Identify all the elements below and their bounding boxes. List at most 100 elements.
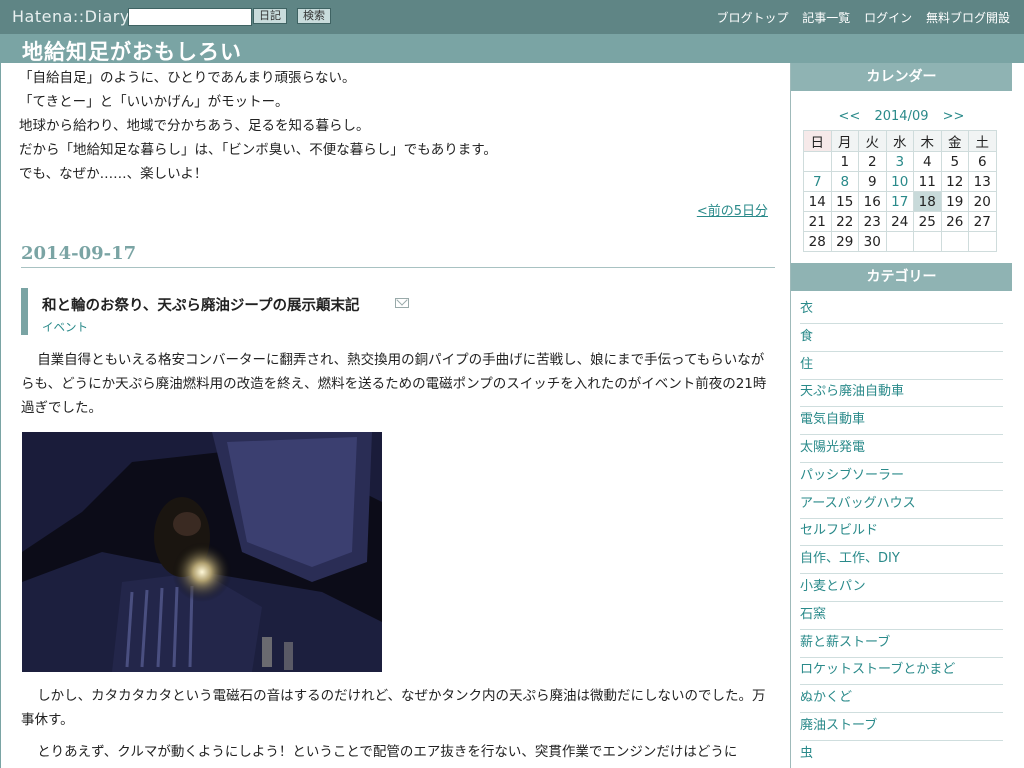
- calendar-weekday-row: 日月火水木金土: [803, 130, 997, 152]
- calendar-day: 23: [858, 211, 887, 232]
- entry-title[interactable]: 和と輪のお祭り、天ぷら廃油ジープの展示顛末記: [42, 294, 360, 315]
- calendar-week-row: 21 22 23 24 25 26 27: [803, 211, 997, 232]
- category-item[interactable]: ぬかくど: [800, 686, 1003, 714]
- category-item[interactable]: 虫: [800, 742, 1003, 768]
- calendar-week-row: 123456: [803, 151, 997, 172]
- calendar-weekday: 木: [913, 130, 942, 152]
- nav-article-list[interactable]: 記事一覧: [802, 11, 850, 25]
- prev-5-days-link[interactable]: <前の5日分: [697, 200, 768, 219]
- entry-paragraph: 自業自得ともいえる格安コンバーターに翻弄され、熱交換用の銅パイプの手曲げに苦戦し…: [21, 352, 767, 416]
- calendar-day: 22: [830, 211, 859, 232]
- calendar-day: 29: [830, 231, 859, 252]
- main-content: 「自給自足」のように、ひとりであんまり頑張らない。 「てきとー」と「いいかげん」…: [0, 63, 790, 768]
- calendar-empty-cell: [940, 231, 969, 252]
- entry-header: 和と輪のお祭り、天ぷら廃油ジープの展示顛末記 イベント: [21, 288, 768, 335]
- jeep-engine-photo: [22, 432, 382, 672]
- category-item[interactable]: ロケットストーブとかまど: [800, 658, 1003, 686]
- calendar-day: 26: [940, 211, 969, 232]
- intro-line: 「自給自足」のように、ひとりであんまり頑張らない。: [19, 70, 356, 86]
- category-item[interactable]: 廃油ストーブ: [800, 714, 1003, 741]
- entry-category-link[interactable]: イベント: [42, 319, 88, 335]
- category-item[interactable]: 薪と薪ストーブ: [800, 631, 1003, 658]
- calendar-weekday: 火: [858, 130, 887, 152]
- calendar-weekday: 水: [885, 130, 914, 152]
- nav-create-blog[interactable]: 無料ブログ開設: [926, 11, 1010, 25]
- calendar-week-row: 14 15 16 17 18 19 20: [803, 191, 997, 212]
- calendar-day: 15: [830, 191, 859, 212]
- diary-button[interactable]: 日記: [253, 8, 287, 24]
- intro-line: 「てきとー」と「いいかげん」がモットー。: [19, 94, 289, 110]
- blog-description: 「自給自足」のように、ひとりであんまり頑張らない。 「てきとー」と「いいかげん」…: [19, 66, 497, 186]
- category-heading: カテゴリー: [791, 263, 1012, 291]
- title-bar: 地給知足がおもしろい: [0, 34, 1024, 66]
- intro-line: だから「地給知足な暮らし」は、「ビンボ臭い、不便な暮らし」でもあります。: [19, 142, 497, 158]
- category-item[interactable]: 住: [800, 353, 1003, 380]
- calendar-week-row: 28 29 30: [803, 231, 997, 252]
- calendar-day: 4: [913, 151, 942, 172]
- calendar-day: 27: [968, 211, 997, 232]
- calendar-day[interactable]: 8: [830, 171, 859, 192]
- calendar-day: 2: [858, 151, 887, 172]
- calendar-day[interactable]: 3: [885, 151, 914, 172]
- calendar-heading: カレンダー: [791, 63, 1012, 91]
- entry-date-heading[interactable]: 2014-09-17: [21, 243, 775, 268]
- calendar-empty-cell: [803, 151, 832, 172]
- calendar-empty-cell: [885, 231, 914, 252]
- calendar-day: 16: [858, 191, 887, 212]
- category-item[interactable]: 石窯: [800, 603, 1003, 630]
- category-item[interactable]: アースバッグハウス: [800, 492, 1003, 519]
- calendar-day: 24: [885, 211, 914, 232]
- calendar-nav: << 2014/09 >>: [791, 109, 1012, 124]
- calendar-prev-month[interactable]: <<: [839, 109, 861, 124]
- calendar-empty-cell: [913, 231, 942, 252]
- calendar-body: 1 2 3 4 5 6 7 8 9 10 11 12 13 14 15 16 17 18 19 20 21 22 23 24 2…: [803, 151, 997, 252]
- calendar-day[interactable]: 10: [885, 171, 914, 192]
- nav-blog-top[interactable]: ブログトップ: [716, 11, 788, 25]
- calendar-day: 6: [968, 151, 997, 172]
- top-bar: Hatena::Diary 日記 検索 ブログトップ 記事一覧 ログイン 無料ブ…: [0, 0, 1024, 34]
- category-item[interactable]: 自作、工作、DIY: [800, 547, 1003, 575]
- mail-icon[interactable]: [395, 298, 409, 308]
- calendar-day[interactable]: 17: [885, 191, 914, 212]
- calendar-day: 28: [803, 231, 832, 252]
- entry-paragraph: とりあえず、クルマが動くようにしよう！ということで配管のエア抜きを行ない、突貫作…: [37, 744, 738, 760]
- calendar-weekday: 金: [940, 130, 969, 152]
- intro-line: 地球から給わり、地域で分かちあう、足るを知る暮らし。: [19, 118, 370, 134]
- calendar-empty-cell: [968, 231, 997, 252]
- calendar-next-month[interactable]: >>: [943, 109, 965, 124]
- category-item[interactable]: セルフビルド: [800, 519, 1003, 547]
- category-item[interactable]: 太陽光発電: [800, 436, 1003, 463]
- calendar-day: 11: [913, 171, 942, 192]
- top-nav: ブログトップ 記事一覧 ログイン 無料ブログ開設: [706, 9, 1010, 26]
- calendar-day: 13: [968, 171, 997, 192]
- blog-title[interactable]: 地給知足がおもしろい: [22, 36, 242, 66]
- category-item[interactable]: 小麦とパン: [800, 575, 1003, 602]
- category-item[interactable]: パッシブソーラー: [800, 464, 1003, 491]
- calendar-day: 19: [940, 191, 969, 212]
- category-item[interactable]: 衣: [800, 297, 1003, 324]
- category-item[interactable]: 電気自動車: [800, 408, 1003, 436]
- category-list: 衣食住天ぷら廃油自動車 電気自動車 太陽光発電 パッシブソーラー アースバッグハウス セル…: [800, 297, 1003, 768]
- calendar-week-row: 7 8 9 10 11 12 13: [803, 171, 997, 192]
- category-item[interactable]: 天ぷら廃油自動車: [800, 380, 1003, 408]
- search-button[interactable]: 検索: [297, 8, 331, 24]
- calendar-day: 30: [858, 231, 887, 252]
- entry-photo[interactable]: [22, 432, 382, 672]
- sidebar: カレンダー << 2014/09 >> 日月火水木金土 1 2 3 4 5 6 7 8 9 10 1…: [790, 63, 1012, 768]
- calendar-day: 5: [940, 151, 969, 172]
- calendar-weekday: 月: [830, 130, 859, 152]
- calendar-weekday: 日: [803, 130, 832, 152]
- calendar-day: 12: [940, 171, 969, 192]
- hatena-diary-logo[interactable]: Hatena::Diary: [12, 7, 130, 26]
- calendar-day: 9: [858, 171, 887, 192]
- calendar-table: 日月火水木金土 1 2 3 4 5 6 7 8 9 10 11 12 13 14 15 16 17 18 19 20 2…: [803, 130, 997, 252]
- nav-login[interactable]: ログイン: [864, 11, 912, 25]
- calendar-day: 21: [803, 211, 832, 232]
- calendar-day: 1: [830, 151, 859, 172]
- search-input[interactable]: [128, 8, 252, 26]
- calendar-weekday: 土: [968, 130, 997, 152]
- calendar-month[interactable]: 2014/09: [874, 109, 928, 124]
- calendar-day[interactable]: 7: [803, 171, 832, 192]
- calendar-day: 18: [913, 191, 942, 212]
- category-item[interactable]: 食: [800, 325, 1003, 352]
